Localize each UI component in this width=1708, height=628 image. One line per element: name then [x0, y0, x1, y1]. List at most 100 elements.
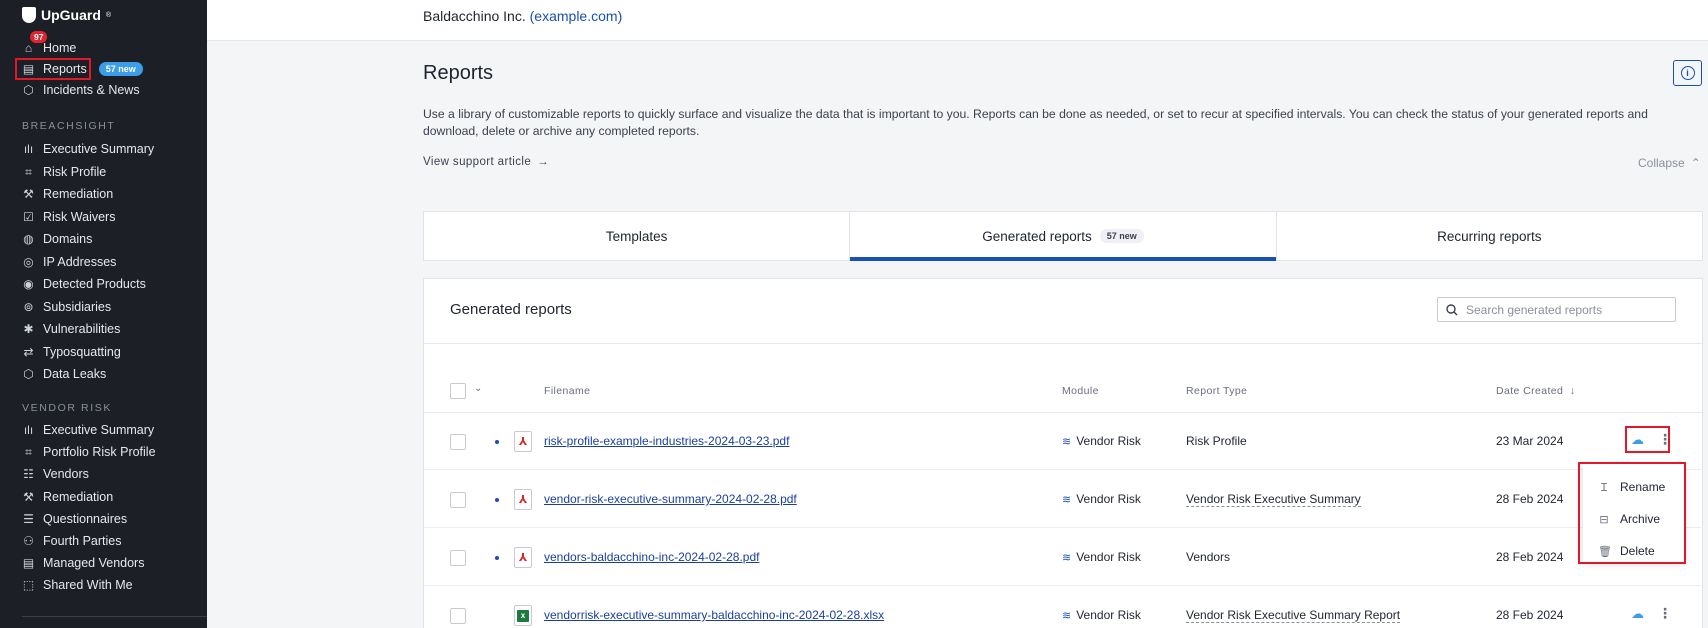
- column-header-module[interactable]: Module: [1062, 385, 1099, 397]
- vendor-risk-icon: ≋: [1062, 435, 1072, 448]
- report-filename-link[interactable]: risk-profile-example-industries-2024-03-…: [544, 434, 789, 448]
- sidebar-item-bs-domains[interactable]: ◍ Domains: [22, 229, 92, 249]
- company-domain-link[interactable]: example.com: [534, 8, 617, 24]
- row-checkbox[interactable]: [450, 434, 466, 450]
- module-cell: ≋ Vendor Risk: [1062, 492, 1141, 506]
- sidebar-item-label: Incidents & News: [43, 83, 140, 97]
- module-cell: ≋ Vendor Risk: [1062, 550, 1141, 564]
- sidebar-item-bs-data-leaks[interactable]: ⬡ Data Leaks: [22, 364, 106, 384]
- upguard-logo[interactable]: UpGuard ®: [22, 5, 111, 25]
- home-icon: ⌂: [24, 41, 33, 55]
- sidebar-item-bs-typosquatting[interactable]: ⇄ Typosquatting: [22, 342, 121, 362]
- page-description: Use a library of customizable reports to…: [423, 107, 1648, 138]
- typosquatting-icon: ⇄: [23, 344, 34, 359]
- detected-products-icon: ◉: [23, 277, 34, 291]
- sidebar-item-bs-subsidiaries[interactable]: ⊚ Subsidiaries: [22, 297, 111, 317]
- column-header-date-created[interactable]: Date Created ↓: [1496, 385, 1576, 397]
- tab-generated-reports[interactable]: Generated reports 57 new: [850, 212, 1277, 261]
- row-checkbox[interactable]: [450, 608, 466, 624]
- sidebar-item-bs-vulnerabilities[interactable]: ✱ Vulnerabilities: [22, 319, 120, 339]
- sidebar-item-bs-executive-summary[interactable]: ılı Executive Summary: [22, 139, 154, 159]
- sidebar-item-vr-executive-summary[interactable]: ılı Executive Summary: [22, 420, 154, 440]
- report-type-cell[interactable]: Vendor Risk Executive Summary: [1186, 492, 1361, 507]
- sidebar-item-label: Vulnerabilities: [43, 322, 121, 336]
- pdf-file-icon: ⅄: [514, 431, 532, 452]
- column-header-filename[interactable]: Filename: [544, 385, 590, 397]
- logo-text: UpGuard: [41, 7, 101, 23]
- table-row[interactable]: ⅄ vendors-baldacchino-inc-2024-02-28.pdf ≋…: [424, 529, 1704, 586]
- sidebar-item-bs-remediation[interactable]: ⚒ Remediation: [22, 184, 113, 204]
- sidebar-item-incidents-news[interactable]: ⬡ Incidents & News: [22, 80, 140, 100]
- arrow-right-icon: →: [537, 156, 550, 168]
- sidebar-item-label: Subsidiaries: [43, 299, 112, 314]
- bug-icon: ✱: [23, 322, 34, 336]
- sidebar-item-bs-ip-addresses[interactable]: ◎ IP Addresses: [22, 252, 116, 272]
- reports-highlight: [15, 58, 91, 80]
- sidebar-item-label: Detected Products: [43, 277, 146, 291]
- sidebar-item-vr-portfolio-risk-profile[interactable]: ⌗ Portfolio Risk Profile: [22, 442, 156, 462]
- sidebar-item-label: Vendors: [43, 467, 89, 482]
- top-bar: Baldacchino Inc. (example.com): [207, 0, 1708, 41]
- tab-templates[interactable]: Templates: [424, 212, 851, 260]
- tab-recurring-reports[interactable]: Recurring reports: [1277, 212, 1702, 260]
- section-label-vendor-risk: VENDOR RISK: [22, 402, 112, 414]
- ip-globe-icon: ◎: [23, 254, 34, 269]
- sort-arrow-down-icon: ↓: [1566, 385, 1576, 397]
- unread-dot: [495, 440, 499, 444]
- sidebar-item-vr-managed-vendors[interactable]: ▤ Managed Vendors: [22, 553, 145, 573]
- sidebar-item-label: Shared With Me: [43, 578, 133, 593]
- table-row[interactable]: ⅄ risk-profile-example-industries-2024-03…: [424, 413, 1704, 470]
- section-label-breachsight: BREACHSIGHT: [22, 120, 116, 132]
- globe-icon: ◍: [23, 232, 34, 246]
- search-icon: [1446, 303, 1458, 315]
- questionnaire-icon: ☰: [23, 511, 34, 526]
- column-header-report-type[interactable]: Report Type: [1186, 385, 1247, 397]
- row-checkbox[interactable]: [450, 550, 466, 566]
- date-created-cell: 23 Mar 2024: [1496, 434, 1564, 448]
- date-created-cell: 28 Feb 2024: [1496, 492, 1564, 506]
- bar-chart-icon: ılı: [23, 142, 34, 156]
- collapse-button[interactable]: Collapse ⌃: [1638, 156, 1701, 170]
- sidebar-item-label: Typosquatting: [43, 344, 121, 359]
- report-filename-link[interactable]: vendors-baldacchino-inc-2024-02-28.pdf: [544, 550, 759, 564]
- sidebar-item-bs-risk-profile[interactable]: ⌗ Risk Profile: [22, 162, 106, 182]
- sidebar-item-home[interactable]: ⌂ Home: [22, 38, 76, 58]
- menu-highlight: [1578, 462, 1686, 564]
- report-filename-link[interactable]: vendor-risk-executive-summary-2024-02-28…: [544, 492, 797, 506]
- wrench-icon: ⚒: [23, 489, 34, 504]
- sidebar-item-vr-fourth-parties[interactable]: ⚇ Fourth Parties: [22, 531, 121, 551]
- report-filename-link[interactable]: vendorrisk-executive-summary-baldacchino…: [544, 608, 884, 622]
- row-checkbox[interactable]: [450, 492, 466, 508]
- info-icon: i: [1680, 66, 1695, 80]
- vendor-risk-icon: ≋: [1062, 551, 1072, 564]
- select-all-checkbox[interactable]: [450, 383, 466, 399]
- vendors-list-icon: ☷: [23, 467, 34, 482]
- pdf-file-icon: ⅄: [514, 547, 532, 568]
- vendor-risk-icon: ≋: [1062, 609, 1072, 622]
- chevron-up-icon: ⌃: [1690, 156, 1701, 170]
- unread-dot: [495, 556, 499, 560]
- sidebar-item-bs-risk-waivers[interactable]: ☑ Risk Waivers: [22, 207, 115, 227]
- info-button[interactable]: i: [1673, 60, 1702, 86]
- sidebar-item-vr-shared-with-me[interactable]: ⬚ Shared With Me: [22, 575, 133, 595]
- table-row[interactable]: x vendorrisk-executive-summary-baldacchin…: [424, 587, 1704, 628]
- generated-reports-card: Generated reports ⌄ Filename Module Repo…: [423, 278, 1704, 628]
- sidebar-item-label: IP Addresses: [43, 254, 117, 269]
- sidebar-item-vr-questionnaires[interactable]: ☰ Questionnaires: [22, 509, 127, 529]
- sidebar-item-vr-remediation[interactable]: ⚒ Remediation: [22, 487, 113, 507]
- download-cloud-icon[interactable]: ☁: [1631, 606, 1644, 622]
- support-article-link[interactable]: View support article →: [423, 156, 549, 168]
- sidebar-item-label: Portfolio Risk Profile: [43, 445, 156, 460]
- select-dropdown-chevron-icon[interactable]: ⌄: [474, 383, 482, 394]
- sidebar-item-vr-vendors[interactable]: ☷ Vendors: [22, 464, 89, 484]
- company-heading: Baldacchino Inc. (example.com): [423, 8, 623, 24]
- table-row[interactable]: ⅄ vendor-risk-executive-summary-2024-02-2…: [424, 471, 1704, 528]
- sidebar-item-bs-detected-products[interactable]: ◉ Detected Products: [22, 274, 146, 294]
- card-title: Generated reports: [450, 301, 572, 318]
- tab-new-badge: 57 new: [1099, 229, 1144, 243]
- search-input[interactable]: [1466, 302, 1666, 317]
- more-options-icon[interactable]: ⋮: [1658, 605, 1672, 622]
- report-type-cell[interactable]: Vendor Risk Executive Summary Report: [1186, 608, 1401, 623]
- page-title: Reports: [423, 62, 494, 84]
- managed-vendors-icon: ▤: [22, 556, 35, 571]
